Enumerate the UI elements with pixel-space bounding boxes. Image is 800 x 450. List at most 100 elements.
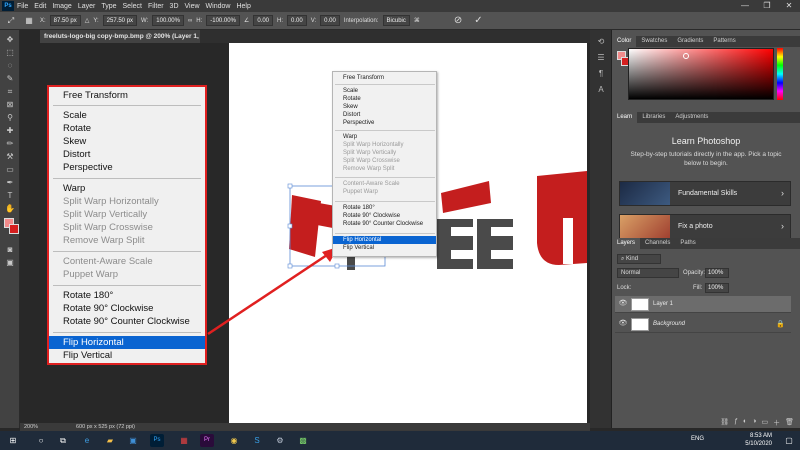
learn-title: Learn Photoshop: [671, 136, 741, 146]
menu-item-skew[interactable]: Skew: [333, 103, 436, 111]
menu-item-puppet-warp: Puppet Warp: [343, 189, 378, 195]
tab-swatches[interactable]: Swatches: [636, 36, 672, 47]
windows-taskbar: ⊞ ○ ⧉ e ▰ ▣ Ps ▦ Pr ◉ S ⚙ ▩ ENG 8:53 AM …: [0, 431, 800, 450]
eye-icon[interactable]: 👁: [618, 319, 628, 329]
file-explorer-icon[interactable]: ▰: [103, 434, 117, 447]
menu-divider: [53, 105, 201, 106]
menu-divider: [335, 130, 435, 131]
clock-date: 5/10/2020: [745, 441, 772, 447]
zoom-item-scale[interactable]: Scale: [49, 109, 205, 122]
store-icon[interactable]: ▣: [126, 434, 140, 447]
menu-divider: [335, 233, 435, 234]
zoom-level[interactable]: 200%: [24, 423, 38, 431]
fx-icon[interactable]: ƒ: [734, 418, 738, 428]
edge-icon[interactable]: e: [80, 434, 94, 447]
hue-slider[interactable]: [777, 48, 783, 100]
zoom-item-perspective[interactable]: Perspective: [49, 161, 205, 174]
color-picker-cursor[interactable]: [683, 53, 689, 59]
opacity-field[interactable]: 100%: [705, 268, 729, 278]
transform-context-menu: Free Transform Scale Rotate Skew Distort…: [332, 71, 437, 257]
eye-icon[interactable]: 👁: [618, 299, 628, 309]
menu-item-content-aware-scale: Content-Aware Scale: [343, 181, 400, 187]
menu-item-distort[interactable]: Distort: [333, 111, 436, 119]
layer-filter-kind[interactable]: ⌕ Kind: [617, 254, 661, 264]
menu-divider: [53, 178, 201, 179]
app-icon[interactable]: ▩: [296, 434, 310, 447]
menu-item-split-warp-crosswise: Split Warp Crosswise: [343, 158, 400, 164]
menu-item-rotate-90-cw[interactable]: Rotate 90° Clockwise: [333, 212, 436, 220]
card-fundamental-skills[interactable]: Fundamental Skills ›: [619, 181, 791, 206]
skype-icon[interactable]: S: [250, 434, 264, 447]
paragraph-icon[interactable]: ¶: [595, 68, 607, 80]
learn-description: Step-by-step tutorials directly in the a…: [630, 151, 782, 167]
color-panel-tabs: Color Swatches Gradients Patterns: [612, 36, 800, 47]
zoom-item-skew[interactable]: Skew: [49, 135, 205, 148]
tab-gradients[interactable]: Gradients: [672, 36, 708, 47]
menu-item-scale[interactable]: Scale: [333, 87, 436, 95]
zoom-item-rotate[interactable]: Rotate: [49, 122, 205, 135]
menu-item-rotate-90-ccw[interactable]: Rotate 90° Counter Clockwise: [333, 220, 436, 228]
task-view-icon[interactable]: ⧉: [56, 434, 70, 447]
tab-learn[interactable]: Learn: [612, 112, 638, 123]
status-bar: 200% 600 px x 525 px (72 ppi): [20, 423, 590, 431]
menu-item-flip-vertical[interactable]: Flip Vertical: [333, 244, 436, 252]
tab-patterns[interactable]: Patterns: [708, 36, 740, 47]
tab-libraries[interactable]: Libraries: [637, 112, 670, 123]
premiere-taskbar-icon[interactable]: Pr: [200, 434, 214, 447]
chrome-icon[interactable]: ◉: [227, 434, 241, 447]
menu-item-rotate[interactable]: Rotate: [333, 95, 436, 103]
notifications-icon[interactable]: ▢: [782, 434, 796, 447]
character-icon[interactable]: A: [595, 84, 607, 96]
color-picker-field[interactable]: [628, 48, 774, 100]
menu-item-split-warp-horizontally: Split Warp Horizontally: [343, 142, 404, 148]
tab-paths[interactable]: Paths: [675, 238, 700, 249]
menu-item-flip-horizontal[interactable]: Flip Horizontal: [333, 236, 436, 244]
folder-icon[interactable]: ▭: [761, 418, 768, 428]
fill-field[interactable]: 100%: [705, 283, 729, 293]
menu-item-rotate-180[interactable]: Rotate 180°: [333, 204, 436, 212]
lock-label: Lock:: [617, 285, 632, 291]
zoom-item-distort[interactable]: Distort: [49, 148, 205, 161]
card-thumbnail: [620, 215, 670, 238]
adjustment-icon[interactable]: ◑: [752, 418, 756, 428]
layer-row-background[interactable]: 👁 Background 🔒: [615, 316, 791, 333]
blend-mode-select[interactable]: Normal: [617, 268, 679, 278]
tab-adjustments[interactable]: Adjustments: [670, 112, 713, 123]
zoom-item-rotate-90-cw[interactable]: Rotate 90° Clockwise: [49, 302, 205, 315]
zoom-item-warp[interactable]: Warp: [49, 182, 205, 195]
system-clock[interactable]: 8:53 AM 5/10/2020: [745, 432, 772, 448]
properties-icon[interactable]: ☰: [595, 52, 607, 64]
link-layers-icon[interactable]: ⛓: [720, 418, 729, 428]
card-fix-a-photo[interactable]: Fix a photo ›: [619, 214, 791, 239]
panel-icon-strip: ⟲ ☰ ¶ A: [590, 30, 612, 428]
fill-label: Fill:: [693, 285, 703, 291]
zoom-item-flip-vertical[interactable]: Flip Vertical: [49, 349, 205, 362]
history-icon[interactable]: ⟲: [595, 36, 607, 48]
trash-icon[interactable]: 🗑: [785, 418, 794, 428]
steam-icon[interactable]: ⚙: [273, 434, 287, 447]
windows-start-icon[interactable]: ⊞: [6, 434, 20, 447]
tab-layers[interactable]: Layers: [612, 238, 641, 249]
zoom-item-free-transform[interactable]: Free Transform: [49, 89, 205, 102]
chevron-right-icon: ›: [781, 221, 784, 231]
menu-item-perspective[interactable]: Perspective: [333, 119, 436, 127]
tab-channels[interactable]: Channels: [640, 238, 675, 249]
photoshop-taskbar-icon[interactable]: Ps: [150, 434, 164, 447]
mask-icon[interactable]: ◐: [743, 418, 747, 428]
new-layer-icon[interactable]: ＋: [773, 418, 780, 428]
search-icon[interactable]: ○: [34, 434, 48, 447]
zoom-item-split-warp-horizontally: Split Warp Horizontally: [63, 196, 159, 207]
card-label: Fundamental Skills: [678, 190, 738, 197]
menu-item-free-transform[interactable]: Free Transform: [333, 74, 436, 82]
zoom-item-flip-horizontal[interactable]: Flip Horizontal: [49, 336, 205, 349]
layer-row-layer-1[interactable]: 👁 Layer 1: [615, 296, 791, 313]
zoom-item-rotate-180[interactable]: Rotate 180°: [49, 289, 205, 302]
menu-divider: [335, 177, 435, 178]
app-icon[interactable]: ▦: [177, 434, 191, 447]
tab-color[interactable]: Color: [612, 36, 637, 47]
menu-item-warp[interactable]: Warp: [333, 133, 436, 141]
card-label: Fix a photo: [678, 223, 713, 230]
layer-thumbnail: [631, 298, 649, 311]
language-indicator[interactable]: ENG: [691, 436, 704, 442]
zoom-item-rotate-90-ccw[interactable]: Rotate 90° Counter Clockwise: [49, 315, 205, 328]
